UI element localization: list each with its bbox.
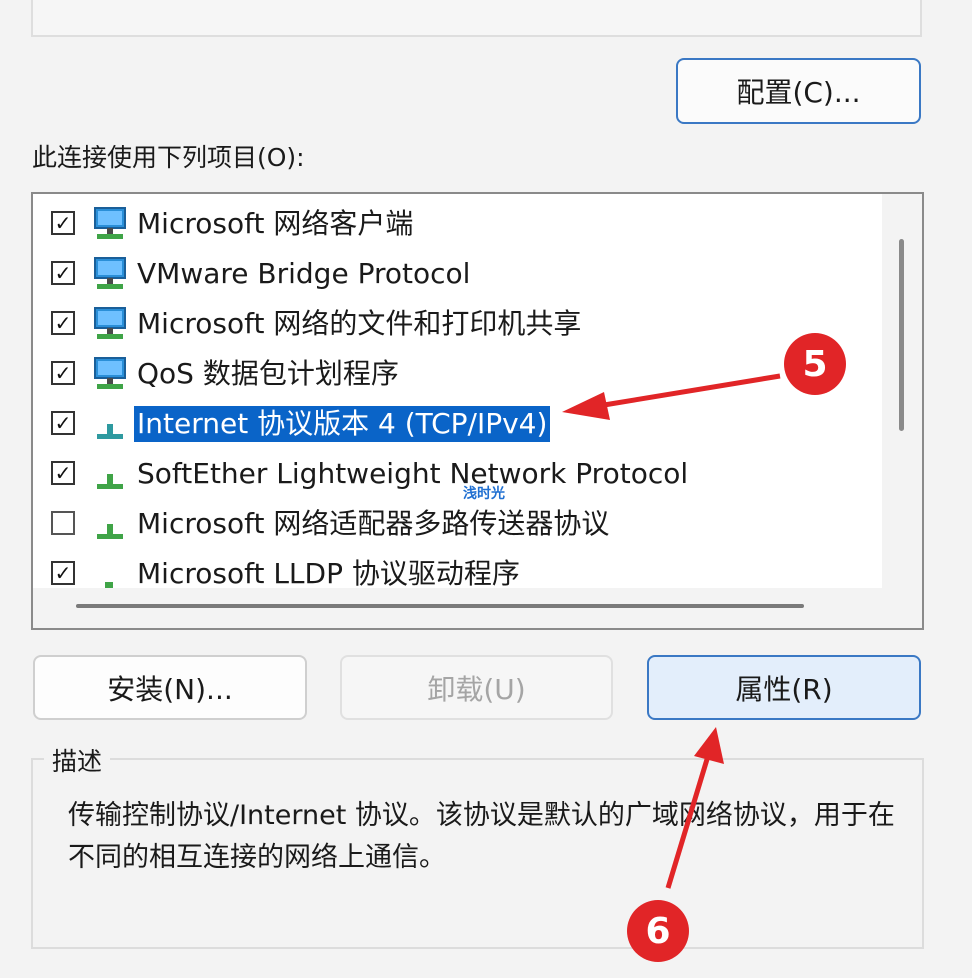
- step-6-badge: 6: [627, 900, 689, 962]
- step-5-badge: 5: [784, 333, 846, 395]
- arrow-to-ipv4: [562, 373, 781, 420]
- arrow-to-properties: [665, 727, 724, 889]
- watermark-logo: 浅时光: [463, 486, 505, 502]
